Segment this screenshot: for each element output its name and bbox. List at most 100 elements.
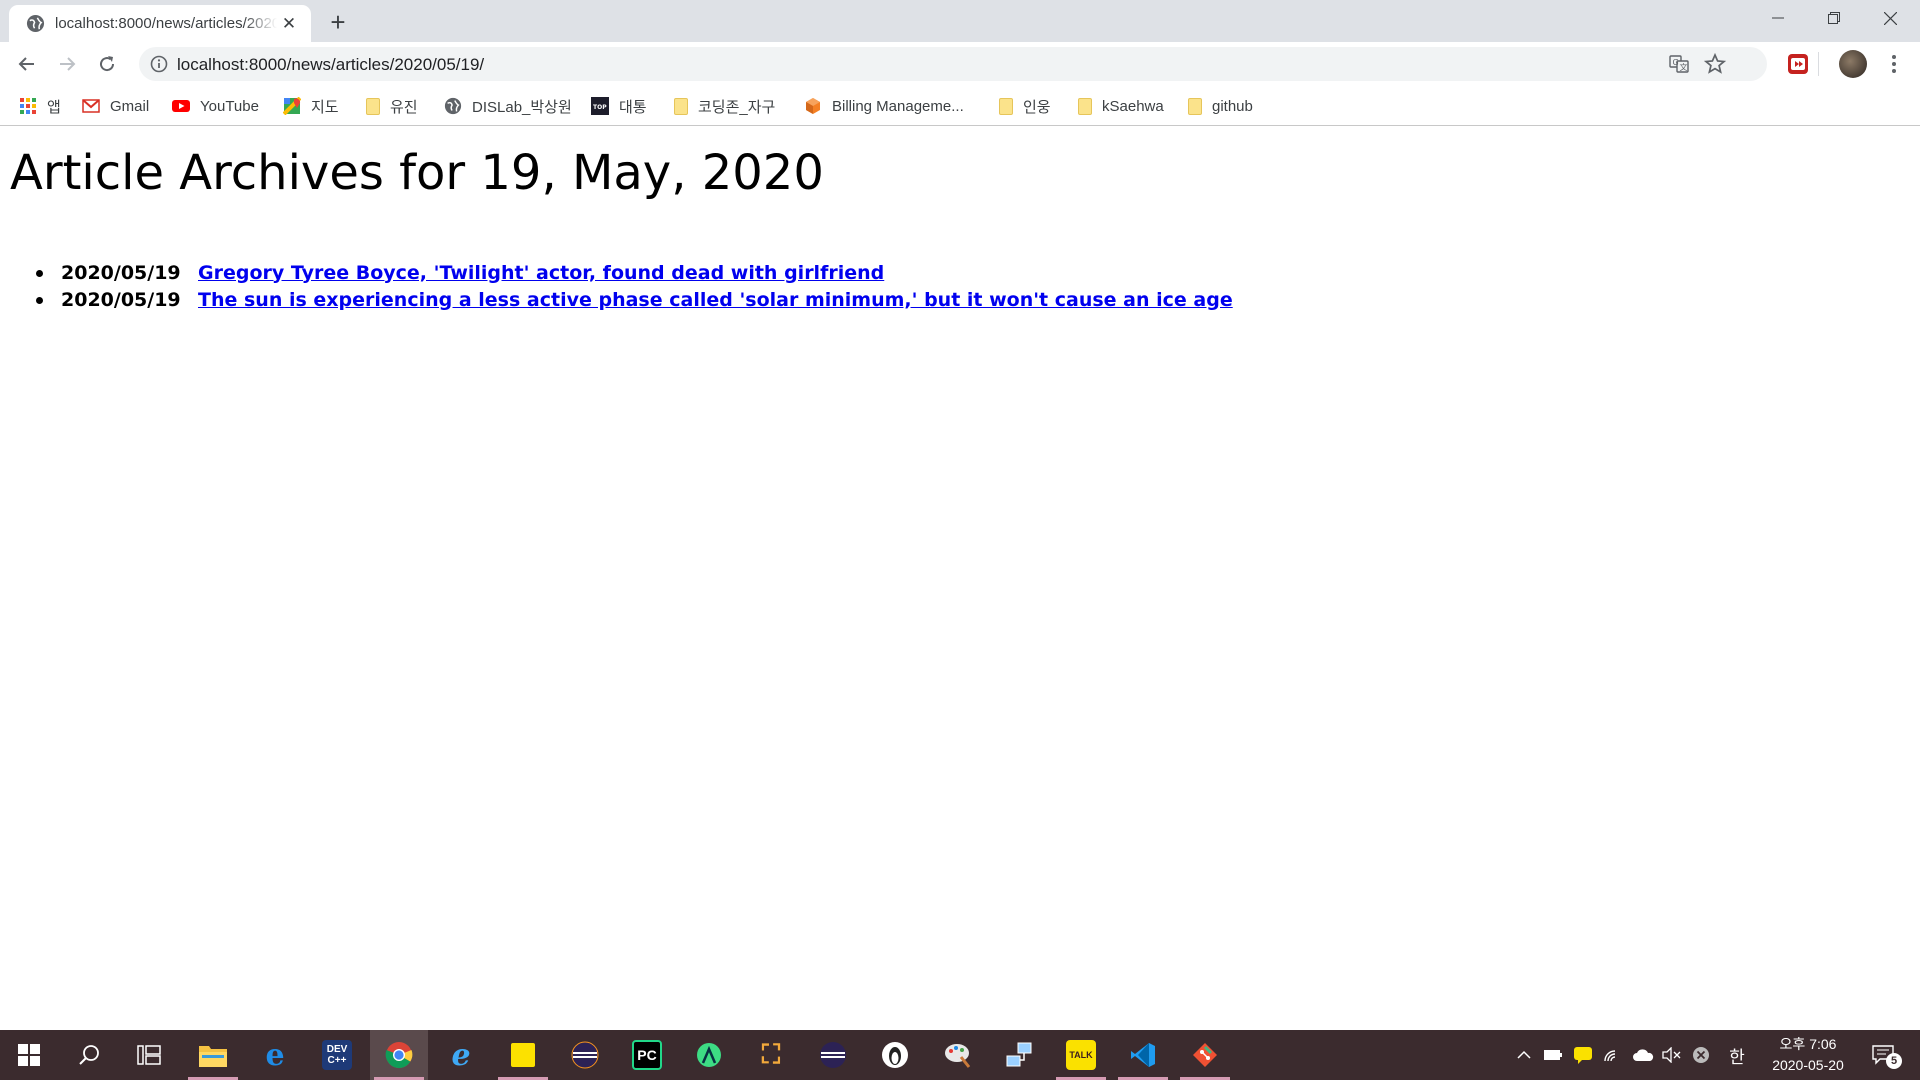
show-hidden-icons-button[interactable] (1514, 1043, 1534, 1067)
edge-icon: e (265, 1037, 285, 1073)
devcpp-icon: DEV C++ (322, 1040, 352, 1070)
minimize-icon (1772, 17, 1784, 19)
folder-icon (366, 97, 380, 115)
info-icon[interactable] (150, 55, 168, 73)
taskbar-vscode[interactable] (1114, 1030, 1172, 1080)
bookmark-folder-codingzone[interactable]: 코딩존_자구 (674, 94, 775, 118)
tray-wifi[interactable] (1602, 1043, 1624, 1067)
bookmark-apps[interactable]: 앱 (19, 94, 61, 118)
translate-icon[interactable]: G文 (1669, 54, 1689, 74)
bookmark-folder-inwoong[interactable]: 인웅 (999, 94, 1051, 118)
taskbar-file-explorer[interactable] (184, 1030, 242, 1080)
bookmark-folder-ksaehwa[interactable]: kSaehwa (1078, 94, 1164, 118)
avatar[interactable] (1839, 50, 1867, 78)
article-link[interactable]: Gregory Tyree Boyce, 'Twilight' actor, f… (198, 262, 884, 284)
sticky-notes-icon (511, 1043, 535, 1067)
youtube-icon (172, 100, 190, 112)
bookmark-label: kSaehwa (1102, 97, 1164, 115)
taskbar-app-penguin[interactable] (866, 1030, 924, 1080)
article-date: 2020/05/19 (61, 288, 181, 311)
taskbar-ie[interactable]: e (432, 1030, 490, 1080)
taskbar-sticky-notes[interactable] (494, 1030, 552, 1080)
folder-icon (1188, 97, 1202, 115)
minimize-button[interactable] (1750, 0, 1806, 36)
article-date: 2020/05/19 (61, 261, 181, 284)
bookmark-label: DISLab_박상원 (472, 98, 572, 116)
taskbar-git[interactable] (1176, 1030, 1234, 1080)
windows-taskbar: e DEV C++ e PC ⛶ TALK 한 오후 7:06 2020-05-… (0, 1030, 1920, 1080)
forward-button[interactable] (51, 48, 83, 80)
address-bar[interactable]: localhost:8000/news/articles/2020/05/19/… (139, 47, 1767, 81)
notification-center-button[interactable]: 5 (1866, 1043, 1902, 1069)
paint-palette-icon (945, 1044, 971, 1068)
battery-icon (1544, 1050, 1562, 1060)
wifi-icon (1604, 1050, 1616, 1062)
taskbar-devcpp[interactable]: DEV C++ (308, 1030, 366, 1080)
arrow-right-icon (60, 57, 76, 71)
bookmark-folder-yujin[interactable]: 유진 (366, 94, 418, 118)
gmail-icon (82, 99, 100, 113)
taskbar-android-studio[interactable] (680, 1030, 738, 1080)
star-icon[interactable] (1703, 52, 1727, 76)
chevron-up-icon (1517, 1050, 1531, 1059)
folder-icon (199, 1046, 227, 1067)
restore-button[interactable] (1806, 0, 1862, 36)
tray-battery[interactable] (1542, 1043, 1564, 1067)
reload-button[interactable] (91, 48, 123, 80)
taskbar-pycharm[interactable]: PC (618, 1030, 676, 1080)
menu-icon[interactable] (1882, 52, 1906, 76)
bookmark-label: 인웅 (1023, 98, 1051, 116)
taskbar-network-tool[interactable] (990, 1030, 1048, 1080)
article-link[interactable]: The sun is experiencing a less active ph… (198, 289, 1233, 311)
taskbar-paint[interactable] (928, 1030, 986, 1080)
bookmark-label: Gmail (110, 97, 150, 115)
close-circle-icon (1693, 1047, 1709, 1063)
search-button[interactable] (60, 1030, 118, 1080)
clock-time: 오후 7:06 (1779, 1036, 1837, 1052)
close-tab-icon[interactable]: ✕ (279, 14, 299, 34)
tray-volume[interactable] (1660, 1043, 1682, 1067)
close-window-button[interactable] (1862, 0, 1918, 36)
bookmark-folder-github[interactable]: github (1188, 94, 1253, 118)
notification-count-badge: 5 (1886, 1053, 1902, 1069)
bookmark-gmail[interactable]: Gmail (82, 94, 149, 118)
page-title: Article Archives for 19, May, 2020 (10, 145, 824, 201)
extension-icon[interactable] (1786, 52, 1810, 76)
folder-icon (999, 97, 1013, 115)
taskbar-kakaotalk[interactable]: TALK (1052, 1030, 1110, 1080)
taskbar-chrome[interactable] (370, 1030, 428, 1080)
tray-app-close[interactable] (1690, 1043, 1712, 1067)
taskbar-eclipse[interactable] (556, 1030, 614, 1080)
back-button[interactable] (11, 48, 43, 80)
restore-icon (1828, 12, 1840, 24)
folder-icon (674, 97, 688, 115)
bookmark-maps[interactable]: 지도 (283, 94, 339, 118)
puzzle-icon: ⛶ (761, 1039, 781, 1069)
globe-icon (444, 97, 462, 115)
pycharm-icon: PC (632, 1040, 662, 1070)
internet-explorer-icon: e (451, 1037, 471, 1073)
bookmark-dislab[interactable]: DISLab_박상원 (444, 94, 572, 118)
taskbar-eclipse-2[interactable] (804, 1030, 862, 1080)
new-tab-button[interactable]: + (324, 7, 352, 37)
task-view-button[interactable] (120, 1030, 178, 1080)
bookmark-billing[interactable]: Billing Manageme... (804, 94, 964, 118)
browser-tab[interactable]: localhost:8000/news/articles/2020/05/19/… (9, 5, 311, 42)
tray-onedrive[interactable] (1632, 1043, 1654, 1067)
taskbar-clock[interactable]: 오후 7:06 2020-05-20 (1758, 1034, 1858, 1076)
url-text[interactable]: localhost:8000/news/articles/2020/05/19/ (177, 55, 484, 75)
taskbar-app-puzzle[interactable]: ⛶ (742, 1030, 800, 1080)
tab-title: localhost:8000/news/articles/2020/05/19/ (55, 15, 277, 32)
tray-kakaotalk[interactable] (1572, 1043, 1594, 1067)
bookmark-label: 대통 (619, 98, 647, 116)
bookmark-daetong[interactable]: TOP 대통 (591, 94, 647, 118)
close-icon (1883, 11, 1897, 25)
task-view-icon (137, 1045, 161, 1065)
bookmark-youtube[interactable]: YouTube (172, 94, 259, 118)
folder-icon (1078, 97, 1092, 115)
ime-indicator[interactable]: 한 (1726, 1043, 1748, 1067)
bookmark-label: 코딩존_자구 (698, 98, 776, 116)
taskbar-edge[interactable]: e (246, 1030, 304, 1080)
bookmark-label: 유진 (390, 98, 418, 116)
start-button[interactable] (0, 1030, 58, 1080)
